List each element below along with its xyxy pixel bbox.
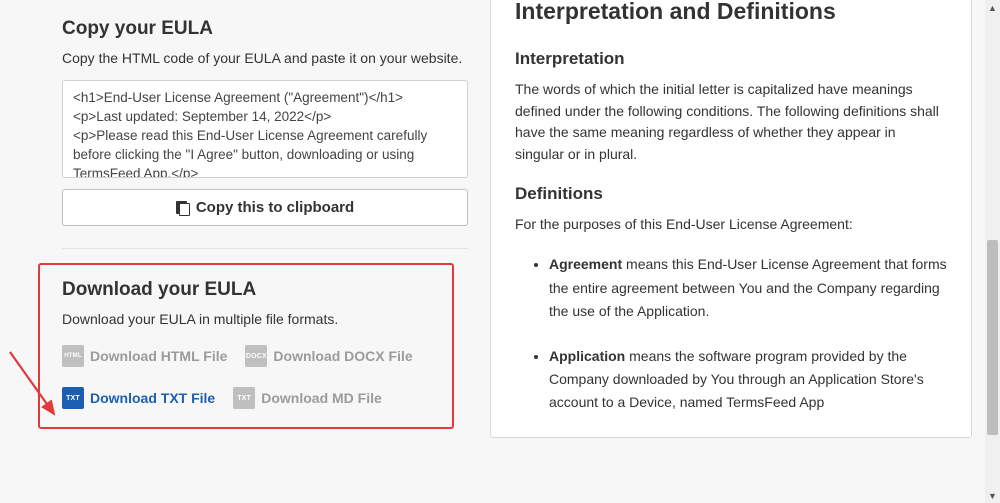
- divider: [62, 248, 468, 249]
- txt-file-icon: TXT: [62, 387, 84, 409]
- download-txt-label: Download TXT File: [90, 390, 215, 406]
- html-file-icon: HTML: [62, 345, 84, 367]
- copy-icon: [176, 201, 190, 215]
- download-heading: Download your EULA: [62, 279, 434, 301]
- copy-to-clipboard-button[interactable]: Copy this to clipboard: [62, 189, 468, 226]
- page-scrollbar[interactable]: ▲ ▼: [985, 0, 1000, 503]
- definition-item: Application Store means the digital dist…: [549, 436, 947, 438]
- interpretation-paragraph: The words of which the initial letter is…: [515, 79, 947, 166]
- copy-button-label: Copy this to clipboard: [196, 199, 354, 216]
- scrollbar-thumb[interactable]: [987, 240, 998, 435]
- definition-item: Application means the software program p…: [549, 345, 947, 414]
- download-docx-label: Download DOCX File: [273, 348, 412, 364]
- scroll-up-arrow-icon[interactable]: ▲: [985, 0, 1000, 15]
- definition-item: Agreement means this End-User License Ag…: [549, 253, 947, 322]
- document-preview-panel: Interpretation and Definitions Interpret…: [490, 0, 972, 438]
- md-file-icon: TXT: [233, 387, 255, 409]
- scroll-down-arrow-icon[interactable]: ▼: [985, 488, 1000, 503]
- download-html-label: Download HTML File: [90, 348, 227, 364]
- download-html-link[interactable]: HTML Download HTML File: [62, 345, 227, 367]
- docx-file-icon: DOCX: [245, 345, 267, 367]
- download-md-label: Download MD File: [261, 390, 382, 406]
- download-section-highlight: Download your EULA Download your EULA in…: [38, 263, 454, 429]
- definitions-heading: Definitions: [515, 184, 947, 204]
- download-docx-link[interactable]: DOCX Download DOCX File: [245, 345, 412, 367]
- eula-code-textarea[interactable]: [62, 80, 468, 178]
- copy-description: Copy the HTML code of your EULA and past…: [62, 50, 468, 66]
- doc-h1: Interpretation and Definitions: [515, 0, 947, 25]
- interpretation-heading: Interpretation: [515, 49, 947, 69]
- download-description: Download your EULA in multiple file form…: [62, 311, 434, 327]
- copy-heading: Copy your EULA: [62, 18, 468, 40]
- download-md-link[interactable]: TXT Download MD File: [233, 387, 382, 409]
- download-txt-link[interactable]: TXT Download TXT File: [62, 387, 215, 409]
- definitions-intro: For the purposes of this End-User Licens…: [515, 214, 947, 236]
- definitions-list: Agreement means this End-User License Ag…: [515, 253, 947, 438]
